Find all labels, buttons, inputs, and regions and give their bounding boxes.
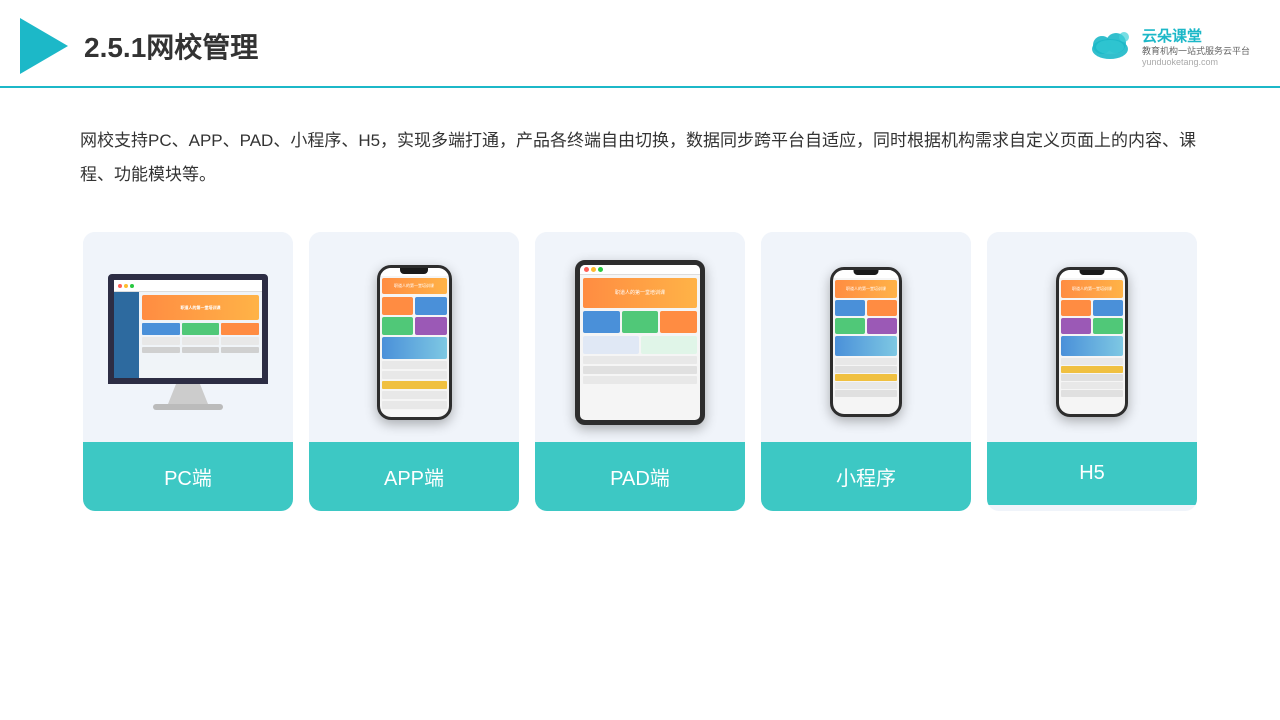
brand-name: 云朵课堂 — [1142, 25, 1202, 46]
miniapp-phone-screen: 职道人的第一堂培训课 — [833, 270, 899, 414]
h5-phone-screen: 职道人的第一堂培训课 — [1059, 270, 1125, 414]
card-app-label: APP端 — [309, 442, 519, 511]
h5-phone-notch — [1080, 270, 1105, 275]
card-h5-image: 职道人的第一堂培训课 — [987, 232, 1197, 442]
card-pc-label: PC端 — [83, 442, 293, 511]
card-pc: 职道人的第一堂培训课 — [83, 232, 293, 511]
miniapp-phone-notch — [854, 270, 879, 275]
tablet-mockup: 职道人的第一堂培训课 — [575, 260, 705, 425]
brand-info: 云朵课堂 教育机构一站式服务云平台 yunduoketang.com — [1142, 25, 1250, 68]
card-miniapp-image: 职道人的第一堂培训课 — [761, 232, 971, 442]
tablet-screen: 职道人的第一堂培训课 — [580, 265, 700, 420]
brand-tagline: 教育机构一站式服务云平台 — [1142, 46, 1250, 58]
description-text: 网校支持PC、APP、PAD、小程序、H5，实现多端打通，产品各终端自由切换，数… — [0, 88, 1280, 212]
page-title: 2.5.1网校管理 — [84, 26, 258, 66]
phone-screen: 职道人的第一堂培训课 — [380, 268, 449, 417]
app-phone-mockup: 职道人的第一堂培训课 — [377, 265, 452, 420]
logo-triangle — [20, 18, 68, 74]
monitor-base — [153, 404, 223, 410]
card-pad-label: PAD端 — [535, 442, 745, 511]
cloud-logo-icon — [1086, 27, 1134, 65]
card-miniapp-label: 小程序 — [761, 442, 971, 511]
card-app-image: 职道人的第一堂培训课 — [309, 232, 519, 442]
card-pad-image: 职道人的第一堂培训课 — [535, 232, 745, 442]
card-pad: 职道人的第一堂培训课 — [535, 232, 745, 511]
card-h5-label: H5 — [987, 442, 1197, 505]
header-left: 2.5.1网校管理 — [20, 18, 258, 74]
card-app: 职道人的第一堂培训课 — [309, 232, 519, 511]
card-pc-image: 职道人的第一堂培训课 — [83, 232, 293, 442]
h5-phone-mockup: 职道人的第一堂培训课 — [1056, 267, 1128, 417]
card-h5: 职道人的第一堂培训课 — [987, 232, 1197, 511]
phone-notch — [400, 268, 428, 274]
cards-container: 职道人的第一堂培训课 — [0, 212, 1280, 511]
header: 2.5.1网校管理 云朵课堂 教育机构一站式服务云平台 yunduoketang… — [0, 0, 1280, 88]
brand-url: yunduoketang.com — [1142, 57, 1218, 67]
pc-mockup: 职道人的第一堂培训课 — [108, 274, 268, 410]
monitor-stand — [168, 384, 208, 404]
card-miniapp: 职道人的第一堂培训课 — [761, 232, 971, 511]
miniapp-phone-mockup: 职道人的第一堂培训课 — [830, 267, 902, 417]
header-right: 云朵课堂 教育机构一站式服务云平台 yunduoketang.com — [1086, 25, 1250, 68]
monitor-screen: 职道人的第一堂培训课 — [108, 274, 268, 384]
